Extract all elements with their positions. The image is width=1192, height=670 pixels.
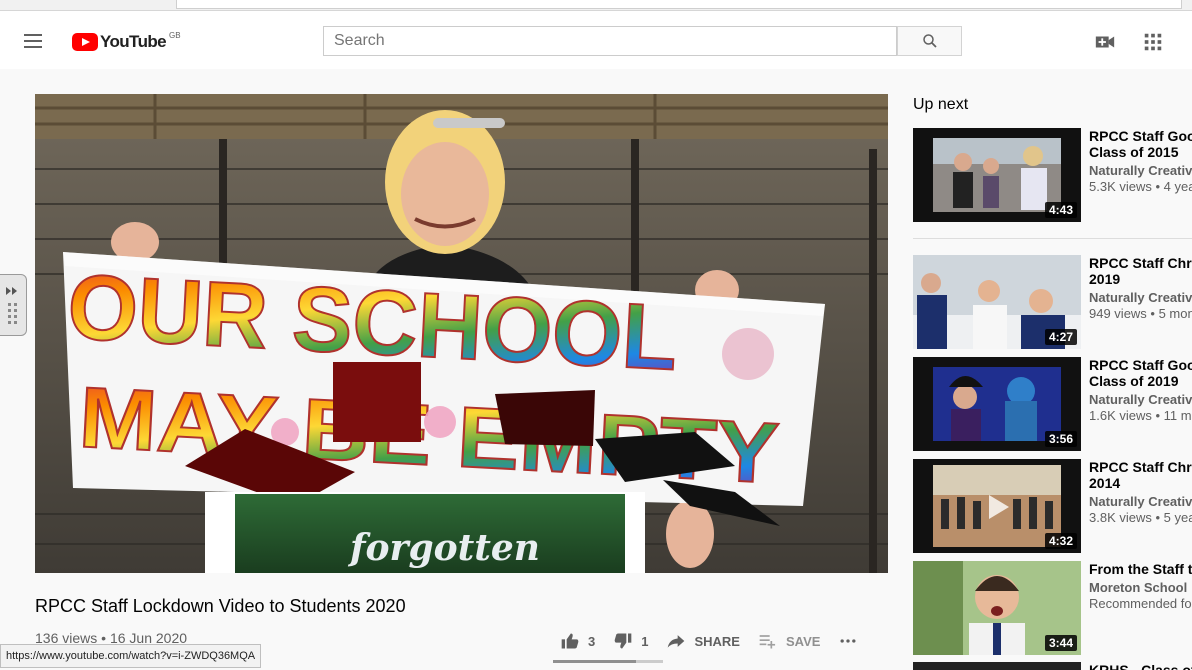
recommended-video-4[interactable]: 4:32 RPCC Staff Chris 2014 Naturally Cre… (913, 459, 1192, 553)
recommended-video-6[interactable]: KRHS - Class of (913, 662, 1192, 670)
hamburger-menu-icon[interactable] (24, 31, 46, 49)
masthead: YouTube GB Search (0, 11, 1192, 69)
video-title-line2[interactable]: Class of 2019 (1089, 373, 1192, 389)
channel-name[interactable]: Naturally Creative (1089, 163, 1192, 179)
like-ratio-fill (553, 660, 636, 663)
like-dislike-bar (553, 660, 663, 663)
apps-grid-icon[interactable] (1142, 31, 1164, 53)
video-title-line1[interactable]: RPCC Staff Good (1089, 357, 1192, 373)
recommended-video-3[interactable]: 3:56 RPCC Staff Good Class of 2019 Natur… (913, 357, 1192, 451)
dislike-count: 1 (641, 633, 649, 649)
thumbs-up-icon (561, 633, 579, 649)
video-frame: OUR SCHOOL MAY BE EMPTY forgotten (35, 94, 888, 573)
video-thumbnail[interactable]: 3:44 (913, 561, 1081, 655)
status-bar-url: https://www.youtube.com/watch?v=i-ZWDQ36… (0, 644, 262, 668)
video-title-line1[interactable]: From the Staff to (1089, 561, 1192, 577)
video-info: From the Staff to Moreton School Recomme… (1089, 561, 1192, 612)
youtube-logo[interactable]: YouTube GB (72, 31, 181, 53)
youtube-play-icon (72, 33, 98, 51)
share-arrow-icon (668, 635, 685, 648)
video-player[interactable]: OUR SCHOOL MAY BE EMPTY forgotten (35, 94, 888, 573)
side-panel-handle[interactable] (0, 274, 27, 336)
recommended-video-1[interactable]: 4:43 RPCC Staff Good Class of 2015 Natur… (913, 128, 1192, 222)
search-placeholder: Search (334, 32, 385, 49)
more-horizontal-icon (840, 639, 856, 643)
video-info: RPCC Staff Chris 2019 Naturally Creative… (1089, 255, 1192, 322)
share-label: SHARE (694, 633, 740, 649)
video-duration: 4:27 (1044, 329, 1077, 345)
video-duration: 4:32 (1044, 533, 1077, 549)
playlist-add-icon (759, 635, 776, 649)
search-icon (922, 34, 937, 48)
video-title-line1[interactable]: KRHS - Class of (1089, 662, 1192, 670)
thumbs-down-icon (614, 633, 632, 649)
channel-name[interactable]: Naturally Creative (1089, 392, 1192, 408)
logo-text: YouTube (100, 32, 167, 51)
video-title-line2[interactable]: Class of 2015 (1089, 144, 1192, 160)
share-button[interactable]: SHARE (666, 631, 740, 651)
up-next-divider (913, 238, 1192, 239)
sign-text: forgotten (347, 527, 540, 569)
country-code: GB (169, 30, 181, 40)
like-count: 3 (588, 633, 596, 649)
video-info: RPCC Staff Good Class of 2015 Naturally … (1089, 128, 1192, 195)
video-thumbnail[interactable]: 4:27 (913, 255, 1081, 349)
video-title-line1[interactable]: RPCC Staff Chris (1089, 459, 1192, 475)
video-info: RPCC Staff Good Class of 2019 Naturally … (1089, 357, 1192, 424)
search-input[interactable]: Search (323, 26, 897, 56)
up-next-heading: Up next (913, 96, 969, 113)
search-button[interactable] (897, 26, 962, 56)
video-info: RPCC Staff Chris 2014 Naturally Creative… (1089, 459, 1192, 526)
video-thumbnail[interactable]: 4:43 (913, 128, 1081, 222)
video-stats: 3.8K views • 5 yea (1089, 510, 1192, 525)
video-title-line2[interactable]: 2014 (1089, 475, 1192, 491)
video-info: KRHS - Class of (1089, 662, 1192, 670)
channel-name[interactable]: Naturally Creative (1089, 290, 1192, 306)
browser-address-bar[interactable] (176, 0, 1182, 9)
more-actions-button[interactable] (838, 631, 866, 651)
video-duration: 3:56 (1044, 431, 1077, 447)
video-title: RPCC Staff Lockdown Video to Students 20… (35, 596, 406, 616)
video-stats: 1.6K views • 11 m (1089, 408, 1192, 423)
video-stats: 5.3K views • 4 yea (1089, 179, 1192, 194)
dislike-button[interactable]: 1 (613, 631, 648, 651)
video-title-line1[interactable]: RPCC Staff Chris (1089, 255, 1192, 271)
browser-address-strip (0, 0, 1192, 11)
video-actions: 3 1 SHARE SAVE (560, 630, 884, 652)
video-title-line2[interactable]: 2019 (1089, 271, 1192, 287)
video-stats: 949 views • 5 mon (1089, 306, 1192, 321)
channel-name[interactable]: Moreton School (1089, 580, 1192, 596)
video-thumbnail[interactable]: 4:32 (913, 459, 1081, 553)
video-thumbnail[interactable] (913, 662, 1081, 670)
video-stats: Recommended fo (1089, 596, 1192, 611)
recommended-video-5[interactable]: 3:44 From the Staff to Moreton School Re… (913, 561, 1192, 655)
video-duration: 3:44 (1044, 635, 1077, 651)
create-video-icon[interactable] (1094, 31, 1116, 53)
recommended-video-2[interactable]: 4:27 RPCC Staff Chris 2019 Naturally Cre… (913, 255, 1192, 349)
save-button[interactable]: SAVE (758, 631, 820, 651)
like-button[interactable]: 3 (560, 631, 595, 651)
video-duration: 4:43 (1044, 202, 1077, 218)
video-thumbnail[interactable]: 3:56 (913, 357, 1081, 451)
video-title-line1[interactable]: RPCC Staff Good (1089, 128, 1192, 144)
channel-name[interactable]: Naturally Creative (1089, 494, 1192, 510)
save-label: SAVE (785, 633, 821, 649)
